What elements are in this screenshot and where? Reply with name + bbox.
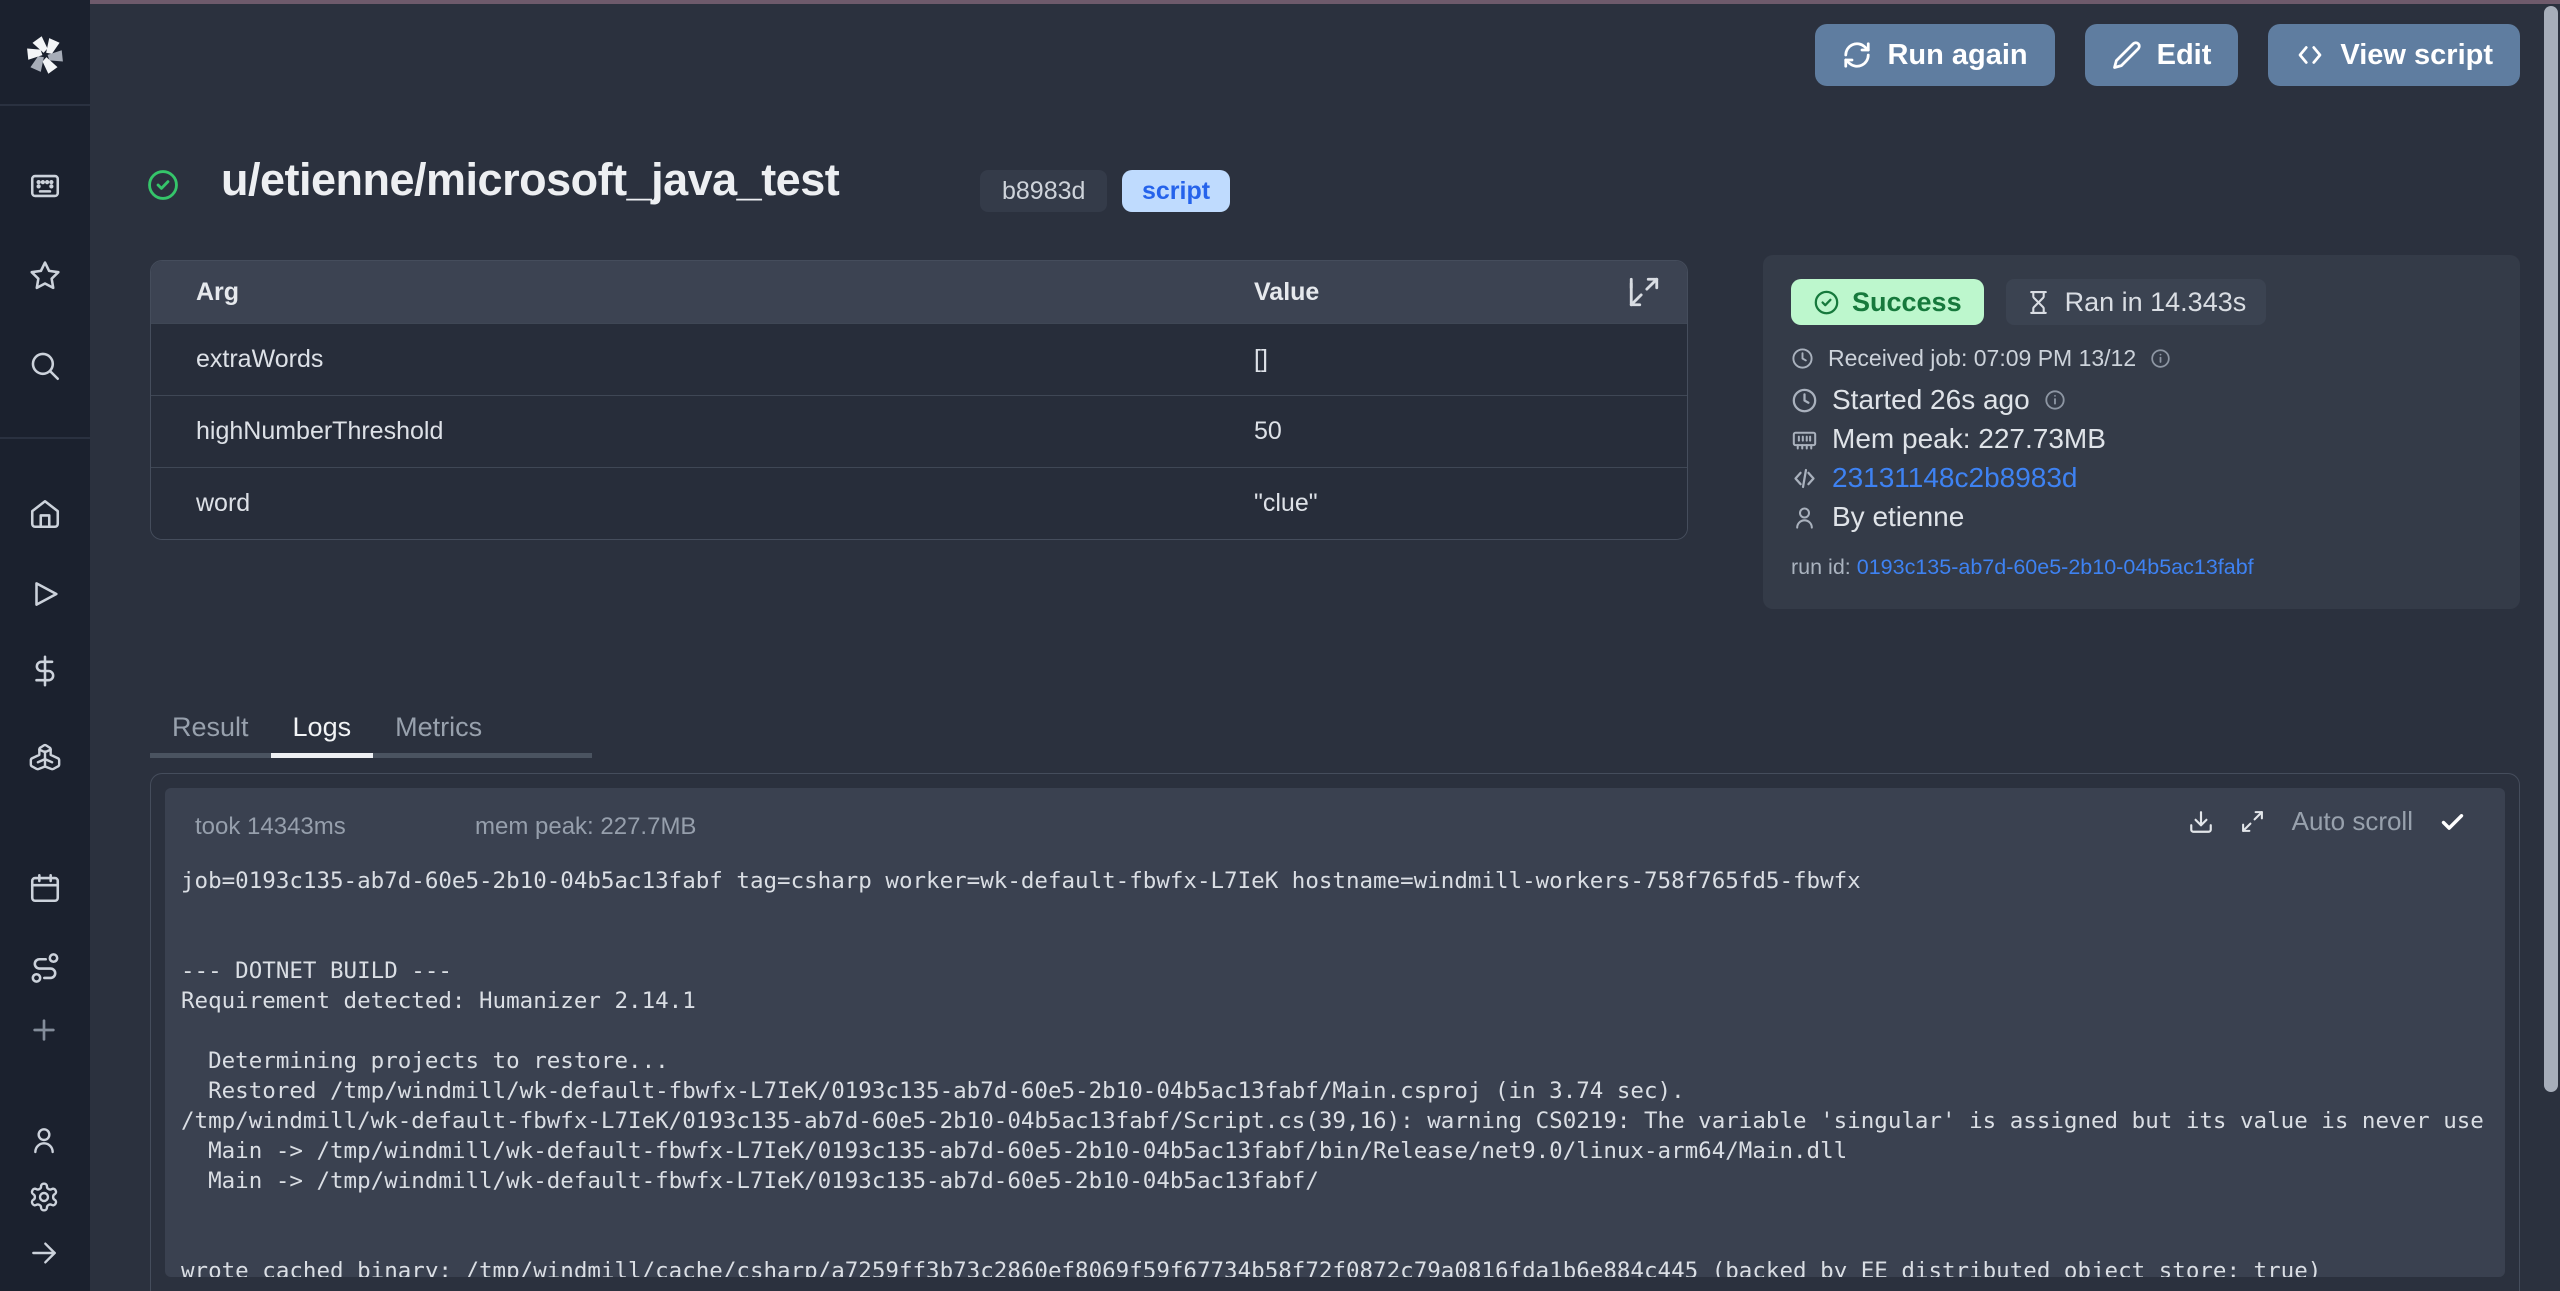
sidebar <box>0 0 90 1291</box>
run-again-label: Run again <box>1887 39 2027 72</box>
arg-value: "clue" <box>1254 489 1687 518</box>
auto-scroll-label: Auto scroll <box>2292 806 2413 837</box>
table-row: extraWords [] <box>151 323 1687 395</box>
view-script-label: View script <box>2340 39 2493 72</box>
page-scrollbar-thumb[interactable] <box>2544 6 2558 1092</box>
tab-metrics[interactable]: Metrics <box>373 706 504 758</box>
log-lines[interactable]: job=0193c135-ab7d-60e5-2b10-04b5ac13fabf… <box>181 866 2505 1277</box>
args-table-header: Arg Value <box>151 261 1687 323</box>
script-kind-badge: script <box>1122 170 1230 212</box>
arrow-right-icon[interactable] <box>28 1237 62 1271</box>
play-icon[interactable] <box>28 577 62 611</box>
table-row: highNumberThreshold 50 <box>151 395 1687 467</box>
duration-label: Ran in 14.343s <box>2065 287 2247 318</box>
arg-name: highNumberThreshold <box>196 417 1254 446</box>
search-icon[interactable] <box>28 349 62 383</box>
home-icon[interactable] <box>28 497 62 531</box>
author-label: By etienne <box>1832 501 1964 533</box>
run-id-link[interactable]: 0193c135-ab7d-60e5-2b10-04b5ac13fabf <box>1857 555 2254 579</box>
run-id-row: run id: 0193c135-ab7d-60e5-2b10-04b5ac13… <box>1791 555 2492 580</box>
success-check-icon <box>146 168 180 202</box>
log-mem-peak: mem peak: 227.7MB <box>475 813 696 841</box>
dollar-icon[interactable] <box>28 654 62 688</box>
job-run-page: Run again Edit View script u/etienne/mic… <box>0 0 2560 1291</box>
run-again-button[interactable]: Run again <box>1815 24 2054 86</box>
status-badge: Success <box>1791 279 1984 325</box>
info-icon[interactable] <box>2150 348 2171 369</box>
args-table: Arg Value extraWords [] highNumberThresh… <box>150 260 1688 540</box>
route-icon[interactable] <box>28 951 62 985</box>
tab-logs[interactable]: Logs <box>271 706 374 758</box>
code-icon <box>2295 40 2325 70</box>
table-row: word "clue" <box>151 467 1687 539</box>
hourglass-icon <box>2026 290 2051 315</box>
script-hash-link[interactable]: 23131148c2b8983d <box>1832 462 2078 494</box>
log-controls: Auto scroll <box>2188 806 2465 837</box>
expand-args-icon[interactable] <box>1627 275 1661 309</box>
sidebar-divider <box>0 104 90 106</box>
author-row: By etienne <box>1791 501 2492 533</box>
started-label: Started 26s ago <box>1832 384 2030 416</box>
log-panel: took 14343ms mem peak: 227.7MB Auto scro… <box>150 773 2520 1291</box>
mem-peak-label: Mem peak: 227.73MB <box>1832 423 2106 455</box>
gear-icon[interactable] <box>28 1181 62 1215</box>
edit-label: Edit <box>2157 39 2212 72</box>
arg-name: extraWords <box>196 345 1254 374</box>
page-title: u/etienne/microsoft_java_test <box>221 154 839 206</box>
mem-peak-row: Mem peak: 227.73MB <box>1791 423 2492 455</box>
received-row: Received job: 07:09 PM 13/12 <box>1791 345 2492 372</box>
windmill-logo-icon[interactable] <box>22 32 68 78</box>
hash-badge: b8983d <box>980 170 1107 212</box>
boxes-icon[interactable] <box>28 739 62 773</box>
script-hash-row: 23131148c2b8983d <box>1791 462 2492 494</box>
clock-icon <box>1791 347 1814 370</box>
result-tabs: Result Logs Metrics <box>150 706 592 758</box>
info-icon[interactable] <box>2044 389 2066 411</box>
started-row: Started 26s ago <box>1791 384 2492 416</box>
arg-name: word <box>196 489 1254 518</box>
pencil-icon <box>2112 40 2142 70</box>
memory-icon <box>1791 426 1818 453</box>
top-accent-strip <box>0 0 2560 4</box>
user-icon <box>1791 504 1818 531</box>
star-icon[interactable] <box>28 259 62 293</box>
plus-icon[interactable] <box>28 1014 62 1048</box>
clock-icon <box>1791 387 1818 414</box>
expand-log-icon[interactable] <box>2240 809 2266 835</box>
apps-icon[interactable] <box>28 169 62 203</box>
status-badge-label: Success <box>1852 287 1962 318</box>
log-took: took 14343ms <box>195 813 346 841</box>
check-circle-icon <box>1813 289 1840 316</box>
download-icon[interactable] <box>2188 809 2214 835</box>
code-icon <box>1791 465 1818 492</box>
user-icon[interactable] <box>28 1124 62 1158</box>
tab-result[interactable]: Result <box>150 706 271 758</box>
received-label: Received job: 07:09 PM 13/12 <box>1828 345 2136 372</box>
auto-scroll-checkbox[interactable] <box>2439 809 2465 835</box>
calendar-icon[interactable] <box>28 871 62 905</box>
run-id-label: run id: <box>1791 555 1851 579</box>
duration-chip: Ran in 14.343s <box>2006 279 2267 325</box>
toolbar: Run again Edit View script <box>1815 24 2520 86</box>
edit-button[interactable]: Edit <box>2085 24 2239 86</box>
view-script-button[interactable]: View script <box>2268 24 2520 86</box>
status-panel: Success Ran in 14.343s Received <box>1763 255 2520 609</box>
col-header-value: Value <box>1254 278 1687 307</box>
arg-value: 50 <box>1254 417 1687 446</box>
log-panel-inner: took 14343ms mem peak: 227.7MB Auto scro… <box>165 788 2505 1277</box>
refresh-icon <box>1842 40 1872 70</box>
arg-value: [] <box>1254 345 1687 374</box>
col-header-arg: Arg <box>196 278 1254 307</box>
sidebar-divider <box>0 437 90 439</box>
